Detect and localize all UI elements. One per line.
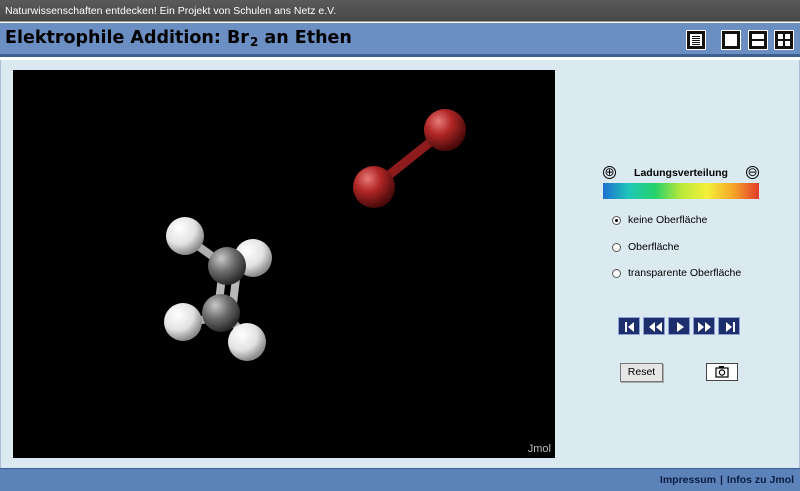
last-frame-button[interactable] <box>718 317 740 335</box>
hydrogen-atom-4 <box>228 323 266 361</box>
surface-option-transparent[interactable]: transparente Oberfläche <box>612 267 741 279</box>
first-frame-button[interactable] <box>618 317 640 335</box>
play-button[interactable] <box>668 317 690 335</box>
fast-forward-icon <box>698 322 711 332</box>
footer: Impressum | Infos zu Jmol <box>0 468 800 491</box>
charge-color-scale <box>603 183 759 199</box>
molecule-scene <box>164 109 466 361</box>
single-view-button[interactable] <box>721 30 741 50</box>
single-view-icon <box>725 34 737 46</box>
split-view-button[interactable] <box>748 30 768 50</box>
charge-distribution-title: Ladungsverteilung <box>634 167 728 179</box>
radio-unchecked-icon[interactable] <box>612 242 621 252</box>
title-bar: Elektrophile Addition: Br2 an Ethen <box>0 23 800 57</box>
surface-option-label: transparente Oberfläche <box>628 267 742 279</box>
surface-option-label: Oberfläche <box>628 241 680 253</box>
bromine-atom-1 <box>424 109 466 151</box>
bromine-atom-2 <box>353 166 395 208</box>
radio-checked-icon[interactable] <box>612 215 621 225</box>
text-view-button[interactable] <box>686 30 706 50</box>
top-bar: Naturwissenschaften entdecken! Ein Proje… <box>0 0 800 22</box>
surface-option-label: keine Oberfläche <box>628 214 708 226</box>
radio-unchecked-icon[interactable] <box>612 268 621 278</box>
jmol-label: Jmol <box>527 443 551 455</box>
surface-option-surface[interactable]: Oberfläche <box>612 241 679 253</box>
footer-links: Impressum | Infos zu Jmol <box>660 474 794 486</box>
fast-forward-button[interactable] <box>693 317 715 335</box>
surface-option-none[interactable]: keine Oberfläche <box>612 214 707 226</box>
charge-distribution: ⊕ Ladungsverteilung ⊖ <box>602 165 760 201</box>
quad-view-icon <box>778 34 790 46</box>
page-title: Elektrophile Addition: Br2 an Ethen <box>5 28 352 49</box>
carbon-atom-2 <box>202 294 240 332</box>
split-view-icon <box>752 34 764 46</box>
snapshot-button[interactable] <box>706 363 738 381</box>
carbon-atom-1 <box>208 247 246 285</box>
text-view-icon <box>690 34 702 46</box>
hydrogen-atom-1 <box>166 217 204 255</box>
impressum-link[interactable]: Impressum <box>660 474 716 486</box>
page-title-suffix: an Ethen <box>258 28 352 48</box>
first-frame-icon <box>625 322 634 332</box>
hydrogen-atom-3 <box>164 303 202 341</box>
last-frame-icon <box>726 322 735 332</box>
rewind-icon <box>649 322 662 332</box>
project-banner-text: Naturwissenschaften entdecken! Ein Proje… <box>5 5 337 17</box>
play-icon <box>677 322 684 332</box>
negative-charge-icon: ⊖ <box>746 165 759 179</box>
reset-button[interactable]: Reset <box>620 363 663 382</box>
camera-icon <box>715 366 729 378</box>
page-title-prefix: Elektrophile Addition: Br <box>5 28 249 48</box>
quad-view-button[interactable] <box>774 30 794 50</box>
footer-separator: | <box>719 474 723 486</box>
jmol-viewer[interactable]: Jmol <box>13 70 555 458</box>
animation-controls <box>618 317 740 335</box>
rewind-button[interactable] <box>643 317 665 335</box>
jmol-info-link[interactable]: Infos zu Jmol <box>727 474 794 486</box>
